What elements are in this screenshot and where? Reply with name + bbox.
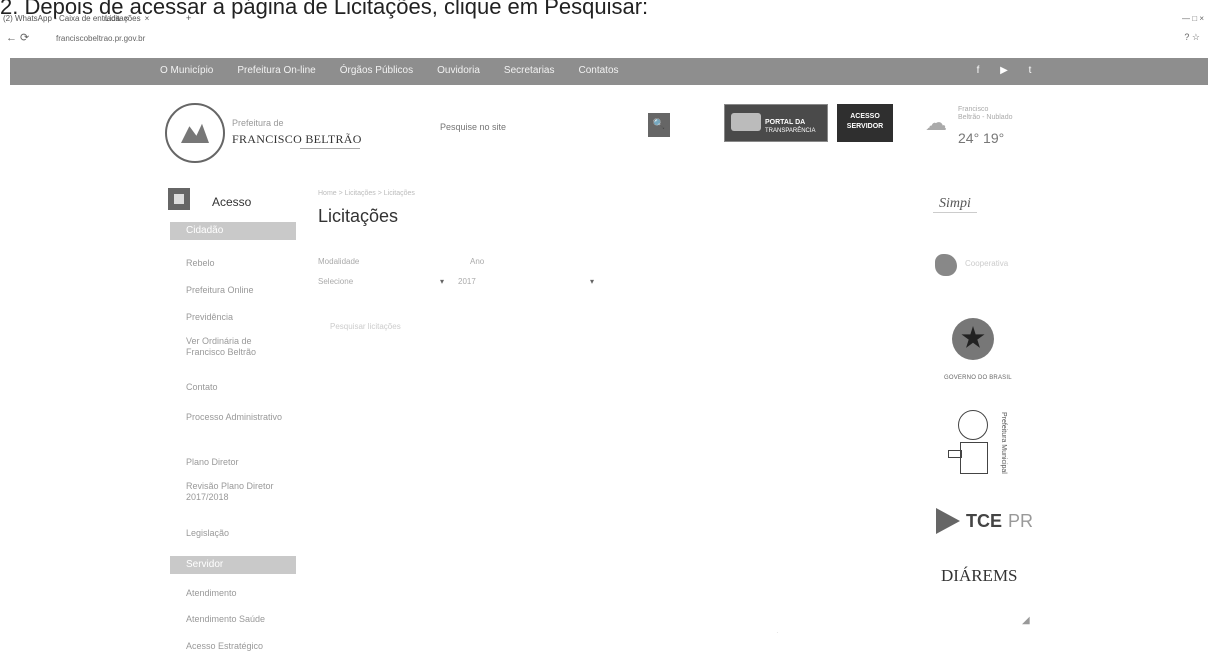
sidebar-item[interactable]: Prefeitura Online (186, 285, 286, 296)
sidebar-item[interactable]: Atendimento (186, 588, 286, 599)
facebook-icon[interactable]: f (970, 63, 986, 79)
coat-of-arms-icon[interactable] (952, 318, 994, 360)
partner-logo-2-text: Cooperativa (965, 259, 1009, 268)
url-field[interactable]: franciscobeltrao.pr.gov.br (56, 34, 145, 43)
breadcrumb[interactable]: Home > Licitações > Licitações (318, 190, 415, 197)
faint-mark: · (776, 628, 779, 637)
sidebar-item[interactable]: Plano Diretor (186, 457, 286, 468)
search-button[interactable]: 🔍 (648, 113, 670, 137)
partner-logo-7-icon[interactable]: ◢ (1022, 615, 1030, 626)
nav-item-prefeitura-online[interactable]: Prefeitura On-line (237, 65, 315, 76)
twitter-icon[interactable]: t (1022, 63, 1038, 79)
chevron-down-icon: ▾ (589, 277, 594, 286)
portal-transparencia-button[interactable]: PORTAL DA TRANSPARÊNCIA (724, 104, 828, 142)
window-controls[interactable]: — □ × (1182, 14, 1204, 23)
browser-menu-icons[interactable]: ? ☆ (1184, 32, 1200, 43)
address-bar: ← ⟳ franciscobeltrao.pr.gov.br ? ☆ (0, 28, 1210, 50)
sidebar-section-cidadao: Cidadão (170, 222, 296, 240)
sidebar-item[interactable]: Previdência (186, 312, 286, 323)
sidebar-item[interactable]: Processo Administrativo (186, 412, 286, 423)
browser-tab-licitacoes[interactable]: Licitações × (105, 14, 149, 26)
modalidade-select[interactable]: Selecione ▾ (318, 277, 444, 291)
sidebar-item[interactable]: Legislação (186, 528, 286, 539)
sidebar-item[interactable]: Contato (186, 382, 286, 393)
sidebar-item[interactable]: Revisão Plano Diretor 2017/2018 (186, 481, 286, 503)
chevron-down-icon: ▾ (439, 277, 444, 286)
acesso-heading: Acesso (212, 195, 252, 209)
acesso-icon (168, 188, 190, 210)
city-seal-logo[interactable] (165, 103, 225, 163)
back-reload-icons[interactable]: ← ⟳ (6, 31, 29, 44)
new-tab-icon[interactable]: + (186, 13, 191, 23)
acesso-servidor-button[interactable]: ACESSO SERVIDOR (837, 104, 893, 142)
sidebar-item[interactable]: Rebelo (186, 258, 286, 269)
page-title: Licitações (318, 206, 399, 226)
brand-name[interactable]: FRANCISCO BELTRÃO (232, 132, 362, 147)
browser-tab-bar: (2) WhatsApp - Caixa de entrada × Licitaç… (0, 12, 1210, 26)
coat-of-arms-caption: GOVERNO DO BRASIL (944, 375, 1012, 381)
nav-item-municipio[interactable]: O Município (160, 65, 213, 76)
partner-logo-1[interactable]: Simpi (933, 196, 977, 213)
tcepr-logo[interactable]: TCE PR (936, 508, 1033, 534)
ano-label: Ano (470, 257, 485, 266)
partner-logo-2-icon[interactable] (935, 254, 957, 276)
laptop-icon (731, 113, 761, 131)
weather-location: Francisco Beltrão - Nublado (958, 106, 1013, 121)
ano-select[interactable]: 2017 ▾ (458, 277, 594, 291)
pesquisar-link[interactable]: Pesquisar licitações (330, 322, 401, 331)
diarems-logo[interactable]: DIÁREMS (941, 566, 1018, 586)
close-tab-icon[interactable]: × (145, 14, 150, 23)
weather-temperature: 24° 19° (958, 130, 1005, 146)
site-search-input[interactable] (440, 118, 640, 136)
search-icon: 🔍 (652, 119, 666, 130)
sidebar-item[interactable]: Acesso Estratégico (186, 641, 286, 652)
nav-item-orgaos-publicos[interactable]: Órgãos Públicos (340, 65, 413, 76)
nav-item-ouvidoria[interactable]: Ouvidoria (437, 65, 480, 76)
cloud-icon: ☁ (925, 110, 947, 135)
sidebar-item[interactable]: Atendimento Saúde (186, 614, 286, 625)
top-navigation: O Município Prefeitura On-line Órgãos Pú… (10, 58, 1208, 85)
brand-prefix: Prefeitura de (232, 118, 284, 128)
nav-item-secretarias[interactable]: Secretarias (504, 65, 555, 76)
partner-logo-4[interactable]: Prefeitura Municipal (948, 410, 1018, 480)
sidebar-section-servidor: Servidor (170, 556, 296, 574)
sidebar-item[interactable]: Ver Ordinária de Francisco Beltrão (186, 336, 286, 358)
modalidade-label: Modalidade (318, 257, 360, 266)
triangle-icon (936, 508, 960, 534)
nav-item-contatos[interactable]: Contatos (579, 65, 619, 76)
brand-underline (300, 148, 360, 149)
youtube-icon[interactable]: ▶ (996, 63, 1012, 79)
